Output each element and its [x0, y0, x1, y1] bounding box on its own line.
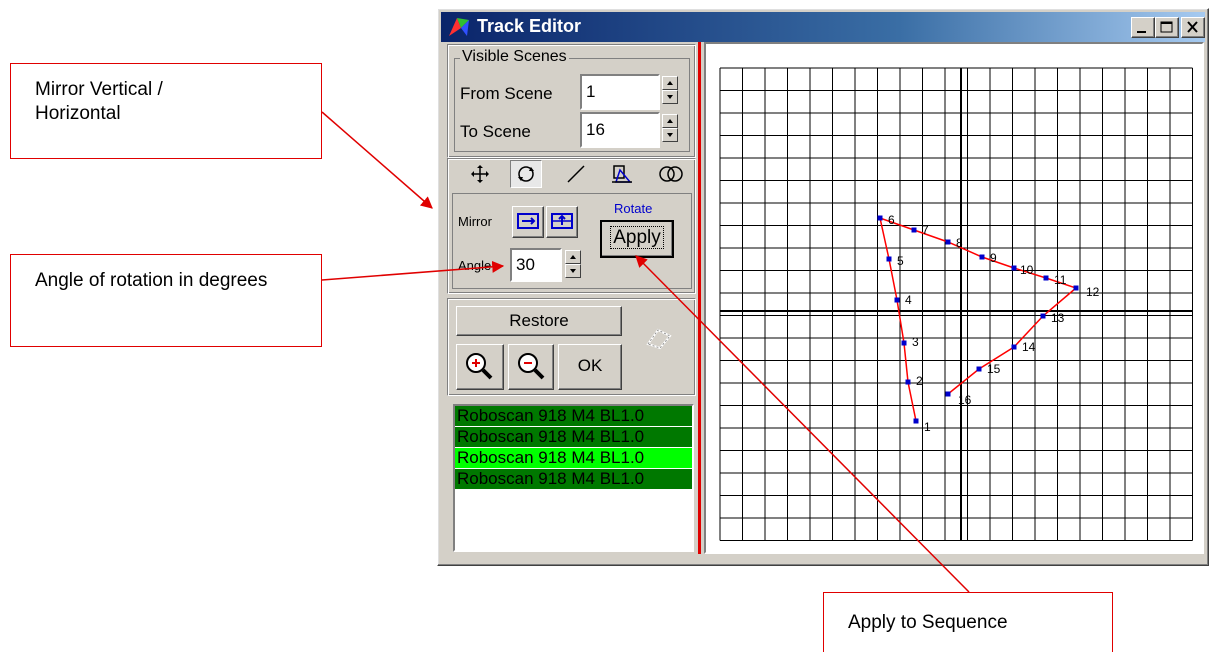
panel-splitter[interactable]: [698, 42, 701, 554]
line-tool[interactable]: [560, 160, 592, 188]
zoom-in-icon: [466, 353, 493, 380]
shape-preview-icon: [646, 328, 672, 350]
ok-button[interactable]: OK: [558, 344, 622, 390]
track-item-3[interactable]: Roboscan 918 M4 BL1.0: [455, 448, 692, 468]
track-point-label: 3: [912, 335, 919, 349]
track-point-label: 12: [1086, 285, 1100, 299]
track-point-label: 5: [897, 254, 904, 268]
track-point-label: 15: [987, 362, 1001, 376]
track-point-label: 13: [1051, 311, 1065, 325]
callout-mirror-text: Mirror Vertical / Horizontal: [35, 79, 163, 124]
circles-tool[interactable]: [654, 160, 686, 188]
title-bar[interactable]: Track Editor: [441, 12, 1205, 42]
track-point-label: 7: [922, 223, 929, 237]
track-canvas[interactable]: 1 2 3 4 5 6 7 8 9 10 11 12 13 14 15 16: [704, 42, 1204, 554]
line-tool-icon: [567, 165, 585, 183]
callout-apply-text: Apply to Sequence: [848, 612, 1008, 633]
track-point[interactable]: [1073, 285, 1079, 291]
app-logo-icon: [449, 18, 469, 36]
track-item-4[interactable]: Roboscan 918 M4 BL1.0: [455, 469, 692, 489]
track-point-label: 1: [924, 420, 931, 434]
track-point[interactable]: [979, 254, 985, 260]
track-item-2[interactable]: Roboscan 918 M4 BL1.0: [455, 427, 692, 447]
track-item-1[interactable]: Roboscan 918 M4 BL1.0: [455, 406, 692, 426]
track-canvas-svg[interactable]: 12345678910111213141516: [706, 44, 1202, 552]
rotate-label: Rotate: [614, 201, 653, 216]
track-point[interactable]: [905, 379, 911, 385]
mirror-horizontal-button[interactable]: [512, 206, 544, 238]
track-point-label: 11: [1054, 273, 1067, 287]
apply-button-label: Apply: [610, 226, 664, 249]
from-scene-label: From Scene: [460, 84, 553, 103]
mirror-label: Mirror: [458, 214, 492, 229]
zoom-in-button[interactable]: [456, 344, 504, 390]
angle-spinner[interactable]: [565, 250, 581, 278]
track-point[interactable]: [1011, 265, 1017, 271]
track-point-label: 6: [888, 213, 895, 227]
close-icon: [1187, 21, 1198, 33]
track-point[interactable]: [945, 239, 951, 245]
apply-button[interactable]: Apply: [600, 220, 674, 258]
to-scene-spinner[interactable]: [662, 114, 678, 142]
circles-tool-icon: [659, 166, 683, 182]
track-point-label: 14: [1022, 340, 1036, 354]
track-point[interactable]: [1011, 344, 1017, 350]
from-scene-spinner[interactable]: [662, 76, 678, 104]
mirror-horizontal-icon: [517, 213, 539, 229]
track-point-label: 9: [990, 251, 997, 265]
callout-apply: Apply to Sequence: [823, 592, 1113, 652]
track-point[interactable]: [1043, 275, 1049, 281]
callout-angle-text: Angle of rotation in degrees: [35, 270, 268, 291]
close-button[interactable]: [1181, 17, 1205, 38]
zoom-out-button[interactable]: [508, 344, 554, 390]
skew-tool[interactable]: [606, 160, 638, 188]
track-point-label: 16: [958, 393, 972, 407]
track-point[interactable]: [886, 256, 892, 262]
track-point[interactable]: [976, 366, 982, 372]
maximize-icon: [1160, 21, 1173, 33]
from-scene-input[interactable]: 1: [580, 74, 660, 110]
maximize-button[interactable]: [1155, 17, 1179, 38]
callout-angle: Angle of rotation in degrees: [10, 254, 322, 347]
track-point[interactable]: [1040, 313, 1046, 319]
leader-mirror: [321, 111, 433, 209]
track-point[interactable]: [945, 391, 951, 397]
skew-tool-icon: [612, 165, 632, 183]
minimize-button[interactable]: [1131, 17, 1155, 38]
minimize-icon: [1137, 31, 1146, 33]
move-tool-icon: [471, 165, 489, 183]
angle-label: Angle: [458, 258, 492, 273]
window-title: Track Editor: [477, 16, 582, 36]
track-point[interactable]: [911, 227, 917, 233]
track-point-label: 4: [905, 293, 912, 307]
mirror-vertical-button[interactable]: [546, 206, 578, 238]
to-scene-input[interactable]: 16: [580, 112, 660, 148]
tracks-list[interactable]: Roboscan 918 M4 BL1.0 Roboscan 918 M4 BL…: [453, 404, 694, 552]
zoom-out-icon: [518, 353, 545, 380]
track-point[interactable]: [913, 418, 919, 424]
restore-button[interactable]: Restore: [456, 306, 622, 336]
track-point[interactable]: [901, 340, 907, 346]
rotate-tool[interactable]: [510, 160, 542, 188]
track-point-label: 10: [1020, 263, 1034, 277]
track-point[interactable]: [877, 215, 883, 221]
rotate-tool-icon: [518, 166, 534, 182]
angle-input[interactable]: 30: [510, 248, 562, 282]
visible-scenes-label: Visible Scenes: [460, 48, 569, 66]
track-point-label: 8: [956, 236, 963, 250]
to-scene-label: To Scene: [460, 122, 531, 141]
mirror-vertical-icon: [551, 213, 573, 229]
callout-mirror: Mirror Vertical / Horizontal: [10, 63, 322, 159]
move-tool[interactable]: [464, 160, 496, 188]
track-point-label: 2: [916, 374, 923, 388]
track-point[interactable]: [894, 297, 900, 303]
